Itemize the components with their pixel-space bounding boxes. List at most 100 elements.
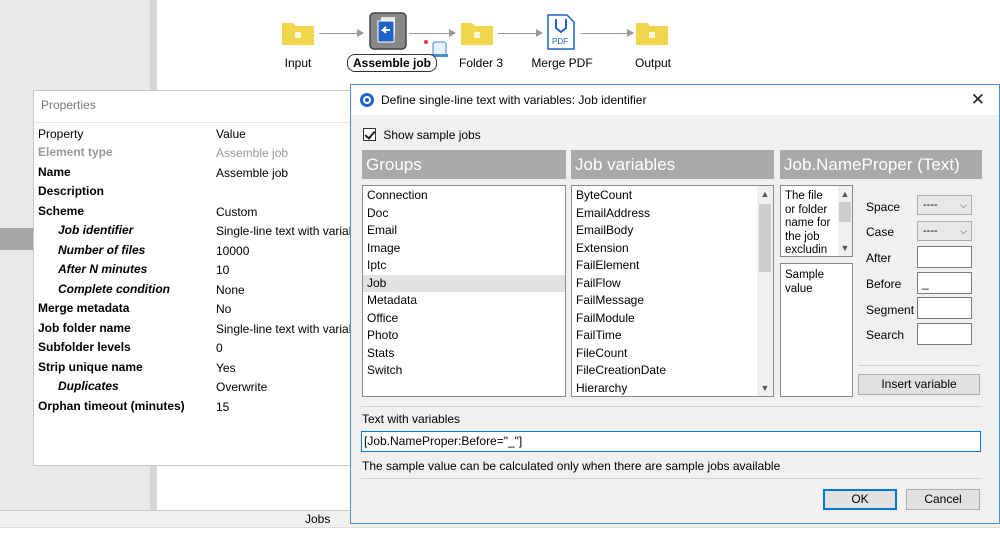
property-row[interactable]: After N minutes 10	[34, 260, 352, 280]
flow-connection[interactable]	[409, 29, 456, 37]
flow-label-assemble-job[interactable]: Assemble job	[347, 54, 437, 72]
property-key: Orphan timeout (minutes)	[38, 398, 185, 413]
property-row[interactable]: Number of files 10000	[34, 241, 352, 261]
list-item-selected[interactable]: Job	[363, 274, 565, 292]
after-input[interactable]	[917, 246, 972, 268]
list-item[interactable]: Hierarchy	[572, 380, 773, 397]
list-item[interactable]: Doc	[363, 205, 565, 223]
scrollbar-thumb[interactable]	[839, 202, 851, 222]
property-row[interactable]: Scheme Custom	[34, 202, 352, 222]
property-column-header[interactable]: Property	[38, 127, 83, 141]
variable-detail-header: Job.NameProper (Text)	[780, 150, 982, 179]
scroll-down-icon[interactable]: ▼	[838, 240, 852, 256]
property-key: After N minutes	[58, 262, 148, 276]
property-key: Description	[38, 184, 105, 198]
checkbox-checked-icon[interactable]	[363, 128, 376, 141]
groups-list[interactable]: Connection Doc Email Image Iptc Job Meta…	[362, 185, 566, 397]
list-item[interactable]: FailTime	[572, 327, 773, 345]
property-row[interactable]: Description	[34, 182, 352, 202]
properties-panel: Properties Property Value Element type A…	[33, 90, 353, 466]
divider	[858, 365, 980, 366]
flow-node-folder-3[interactable]	[460, 18, 494, 49]
case-select[interactable]: ---- ⌵	[917, 221, 972, 241]
space-select[interactable]: ---- ⌵	[917, 195, 972, 215]
variables-scrollbar[interactable]: ▲ ▼	[757, 186, 773, 396]
property-value: Overwrite	[216, 380, 268, 394]
list-item[interactable]: Email	[363, 222, 565, 240]
insert-variable-button[interactable]: Insert variable	[858, 374, 980, 395]
list-item[interactable]: FailModule	[572, 310, 773, 328]
after-label: After	[866, 251, 892, 265]
list-item[interactable]: ByteCount	[572, 187, 773, 205]
property-row[interactable]: Job folder name Single-line text with va…	[34, 319, 352, 339]
list-item[interactable]: Photo	[363, 327, 565, 345]
divider	[361, 478, 981, 479]
list-item[interactable]: Office	[363, 310, 565, 328]
scroll-down-icon[interactable]: ▼	[757, 380, 773, 396]
property-value: Custom	[216, 204, 258, 219]
flow-node-assemble-job[interactable]	[369, 12, 407, 53]
list-item[interactable]: FailElement	[572, 257, 773, 275]
ok-button[interactable]: OK	[823, 489, 897, 510]
property-row[interactable]: Subfolder levels 0	[34, 338, 352, 358]
segment-label: Segment	[866, 303, 915, 317]
search-input[interactable]	[917, 323, 972, 345]
property-row[interactable]: Complete condition None	[34, 280, 352, 300]
close-icon[interactable]: ✕	[971, 90, 985, 110]
scroll-up-icon[interactable]: ▲	[757, 186, 773, 202]
list-item[interactable]: FailFlow	[572, 275, 773, 293]
case-label: Case	[866, 225, 895, 239]
property-key: Scheme	[38, 203, 85, 218]
job-variables-list[interactable]: ByteCount EmailAddress EmailBody Extensi…	[571, 185, 774, 397]
property-key: Name	[38, 164, 71, 179]
flow-node-merge-pdf[interactable]: PDF	[546, 14, 576, 53]
scrollbar-thumb[interactable]	[759, 204, 771, 272]
list-item[interactable]: FileCreationDate	[572, 362, 773, 380]
show-sample-jobs-checkbox[interactable]: Show sample jobs	[363, 128, 481, 142]
flow-connection[interactable]	[498, 29, 543, 37]
scroll-up-icon[interactable]: ▲	[838, 186, 852, 202]
property-key: Job folder name	[38, 320, 131, 335]
list-item[interactable]: Iptc	[363, 257, 565, 275]
pdf-icon: PDF	[547, 14, 575, 50]
property-row-selected[interactable]: Job identifier Single-line text with var…	[34, 221, 352, 241]
before-input[interactable]: _	[917, 272, 972, 294]
list-item[interactable]: FileCount	[572, 345, 773, 363]
variable-description-text: The file or folder name for the job excl…	[785, 190, 831, 256]
text-with-variables-input[interactable]: [Job.NameProper:Before="_"]	[361, 431, 981, 452]
list-item[interactable]: Image	[363, 240, 565, 258]
flow-label-folder-3[interactable]: Folder 3	[436, 56, 526, 70]
description-scrollbar[interactable]: ▲ ▼	[838, 186, 852, 256]
list-item[interactable]: Connection	[363, 187, 565, 205]
flow-label-input[interactable]: Input	[253, 56, 343, 70]
dialog-titlebar[interactable]: Define single-line text with variables: …	[351, 85, 999, 115]
cancel-button[interactable]: Cancel	[906, 489, 980, 510]
flow-node-output[interactable]	[635, 18, 669, 49]
property-value: 10	[216, 263, 230, 277]
list-item[interactable]: Stats	[363, 345, 565, 363]
property-value: None	[216, 282, 245, 297]
flow-connection[interactable]	[581, 29, 634, 37]
property-row[interactable]: Strip unique name Yes	[34, 358, 352, 378]
list-item[interactable]: EmailBody	[572, 222, 773, 240]
property-row[interactable]: Orphan timeout (minutes) 15	[34, 397, 352, 417]
property-row[interactable]: Merge metadata No	[34, 299, 352, 319]
property-row[interactable]: Element type Assemble job	[34, 143, 352, 163]
flow-label-output[interactable]: Output	[608, 56, 698, 70]
list-item[interactable]: Switch	[363, 362, 565, 380]
list-item[interactable]: FailMessage	[572, 292, 773, 310]
flow-connection[interactable]	[319, 29, 364, 37]
flow-label-merge-pdf[interactable]: Merge PDF	[517, 56, 607, 70]
properties-header: Property Value	[34, 123, 352, 143]
property-key: Job identifier	[58, 223, 134, 237]
property-row[interactable]: Name Assemble job	[34, 163, 352, 183]
property-row[interactable]: Duplicates Overwrite	[34, 377, 352, 397]
property-value: 15	[216, 399, 230, 414]
value-column-header[interactable]: Value	[216, 127, 246, 141]
flow-node-input[interactable]	[281, 18, 315, 49]
list-item[interactable]: Extension	[572, 240, 773, 258]
jobs-table[interactable]	[0, 527, 1000, 538]
list-item[interactable]: EmailAddress	[572, 205, 773, 223]
list-item[interactable]: Metadata	[363, 292, 565, 310]
segment-input[interactable]	[917, 297, 972, 319]
